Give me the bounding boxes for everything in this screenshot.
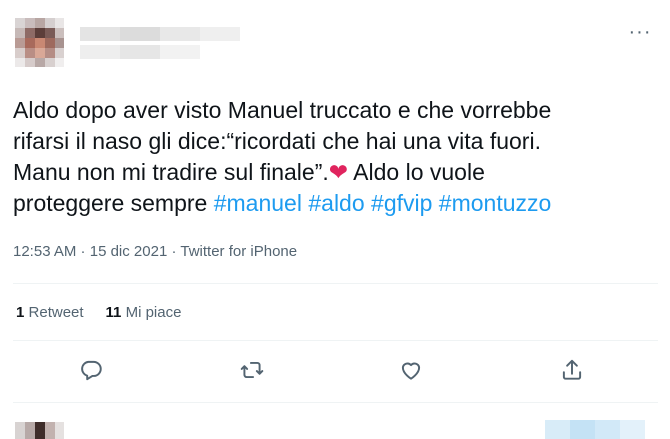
- reply-icon[interactable]: [78, 357, 104, 383]
- action-bar: [0, 357, 670, 383]
- hashtag-link[interactable]: #montuzzo: [439, 190, 552, 216]
- tweet-stats: 1 Retweet 11 Mi piace: [16, 304, 203, 321]
- tweet-time[interactable]: 12:53 AM: [13, 243, 76, 260]
- like-label: Mi piace: [125, 304, 182, 321]
- retweet-count: 1: [16, 304, 25, 321]
- like-count: 11: [105, 304, 122, 321]
- more-options-icon[interactable]: ···: [626, 22, 654, 46]
- like-icon[interactable]: [398, 357, 424, 383]
- author-avatar[interactable]: [15, 18, 64, 67]
- next-author-avatar[interactable]: [15, 422, 64, 439]
- hashtag-link[interactable]: #aldo: [308, 190, 364, 216]
- author-name-redacted[interactable]: [80, 27, 240, 63]
- divider: [13, 402, 658, 403]
- hashtag-link[interactable]: #gfvip: [371, 190, 432, 216]
- retweet-label: Retweet: [28, 304, 84, 321]
- divider: [13, 283, 658, 284]
- like-stat[interactable]: 11 Mi piace: [106, 304, 182, 321]
- meta-separator: ·: [167, 243, 181, 260]
- heart-emoji-icon: ❤: [328, 159, 349, 185]
- retweet-stat[interactable]: 1 Retweet: [16, 304, 84, 321]
- meta-separator: ·: [76, 243, 90, 260]
- hashtag-link[interactable]: #manuel: [214, 190, 302, 216]
- tweet-source[interactable]: Twitter for iPhone: [180, 243, 297, 260]
- retweet-icon[interactable]: [239, 357, 265, 383]
- tweet-text: Aldo dopo aver visto Manuel truccato e c…: [13, 95, 658, 219]
- share-icon[interactable]: [559, 357, 585, 383]
- divider: [13, 340, 658, 341]
- tweet-date[interactable]: 15 dic 2021: [90, 243, 168, 260]
- next-content-redacted: [545, 420, 645, 439]
- tweet-meta: 12:53 AM · 15 dic 2021 · Twitter for iPh…: [13, 243, 297, 260]
